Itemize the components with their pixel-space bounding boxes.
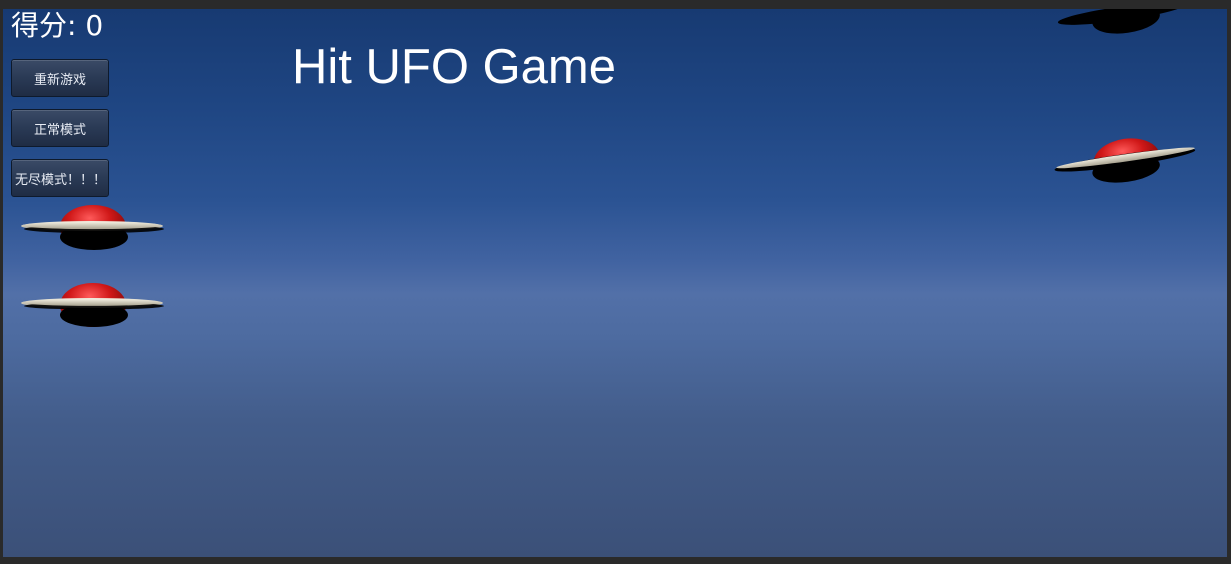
game-window-frame: 得分: 0 Hit UFO Game 重新游戏 正常模式 无尽模式！！！ [0,0,1231,564]
restart-button[interactable]: 重新游戏 [11,59,109,97]
ufo-target[interactable] [20,277,164,333]
normal-mode-button[interactable]: 正常模式 [11,109,109,147]
game-viewport[interactable]: 得分: 0 Hit UFO Game 重新游戏 正常模式 无尽模式！！！ [3,9,1227,557]
endless-mode-button[interactable]: 无尽模式！！！ [11,159,109,197]
score-label: 得分: 0 [11,9,104,42]
game-title: Hit UFO Game [292,40,616,94]
ufo-target[interactable] [1053,133,1197,189]
ufo-target[interactable] [20,199,164,255]
ufo-target[interactable] [1053,9,1197,39]
